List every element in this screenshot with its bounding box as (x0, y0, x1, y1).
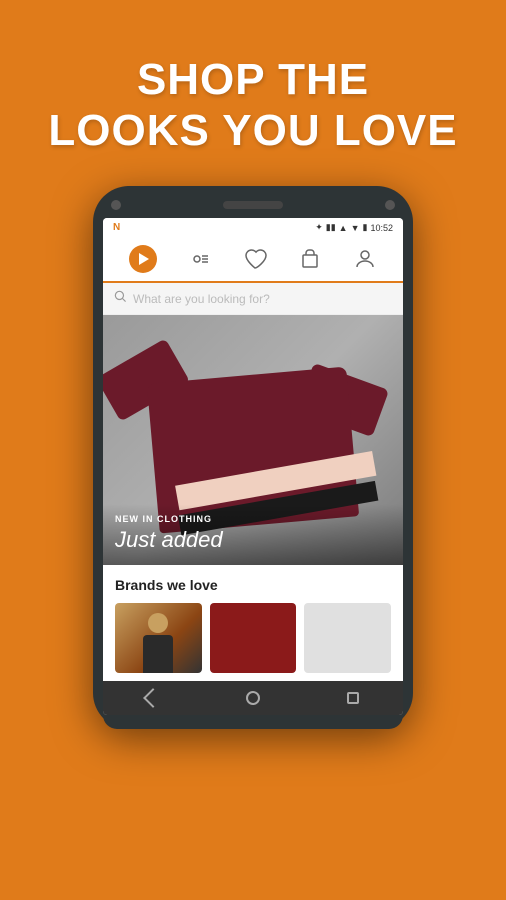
back-icon (143, 688, 163, 708)
play-triangle-icon (139, 253, 149, 265)
bluetooth-icon: ✦ (315, 222, 323, 233)
status-bar: N ✦ ▮▮ ▲ ▼ ▮ 10:52 (103, 218, 403, 237)
phone-sensor (385, 200, 395, 210)
android-recents-button[interactable] (342, 687, 364, 709)
feed-icon (188, 247, 212, 271)
hero-section: SHOP THE LOOKS YOU LOVE (48, 0, 457, 186)
play-icon (129, 245, 157, 273)
battery-icon: ▮ (363, 222, 368, 233)
person-silhouette (138, 613, 178, 673)
phone-top-bar (103, 200, 403, 218)
phone-screen: N ✦ ▮▮ ▲ ▼ ▮ 10:52 (103, 218, 403, 715)
phone-bottom-nav (103, 681, 403, 715)
banner-subtitle: NEW IN CLOTHING (115, 514, 391, 524)
nav-cart-button[interactable] (298, 247, 322, 271)
search-icon (113, 289, 127, 308)
status-right: ✦ ▮▮ ▲ ▼ ▮ 10:52 (315, 222, 393, 233)
banner-overlay: NEW IN CLOTHING Just added (103, 504, 403, 565)
search-placeholder: What are you looking for? (133, 292, 393, 306)
person-icon (353, 247, 377, 271)
nav-account-button[interactable] (353, 247, 377, 271)
signal-icon: ▲ (339, 223, 348, 233)
brands-row (115, 603, 391, 673)
person-head (148, 613, 168, 633)
nav-wishlist-button[interactable] (243, 247, 267, 271)
banner-section[interactable]: NEW IN CLOTHING Just added (103, 315, 403, 565)
brands-section-title: Brands we love (115, 577, 391, 593)
app-initial: N (113, 222, 120, 233)
phone-bottom-bar (103, 715, 403, 729)
nav-bar (103, 237, 403, 283)
wifi-icon: ▼ (351, 223, 360, 233)
hero-line1: SHOP THE (137, 55, 369, 104)
brands-section: Brands we love (103, 565, 403, 681)
phone-wrapper: N ✦ ▮▮ ▲ ▼ ▮ 10:52 (0, 186, 506, 900)
time-display: 10:52 (370, 223, 393, 233)
phone-camera (111, 200, 121, 210)
vibrate-icon: ▮▮ (326, 222, 336, 233)
hero-title: SHOP THE LOOKS YOU LOVE (48, 55, 457, 156)
android-back-button[interactable] (142, 687, 164, 709)
brand-card-2[interactable] (210, 603, 297, 673)
nav-feed-button[interactable] (188, 247, 212, 271)
banner-title: Just added (115, 527, 391, 553)
home-circle-icon (246, 691, 260, 705)
brand-card-1[interactable] (115, 603, 202, 673)
nav-home-button[interactable] (129, 245, 157, 273)
phone-speaker (223, 201, 283, 209)
phone-device: N ✦ ▮▮ ▲ ▼ ▮ 10:52 (93, 186, 413, 729)
brand-card-3[interactable] (304, 603, 391, 673)
hero-line2: LOOKS YOU LOVE (48, 106, 457, 155)
android-home-button[interactable] (242, 687, 264, 709)
sweater-shape (133, 335, 373, 525)
cart-icon (298, 247, 322, 271)
search-bar[interactable]: What are you looking for? (103, 283, 403, 315)
recents-icon (347, 692, 359, 704)
heart-icon (243, 247, 267, 271)
person-body (143, 635, 173, 673)
